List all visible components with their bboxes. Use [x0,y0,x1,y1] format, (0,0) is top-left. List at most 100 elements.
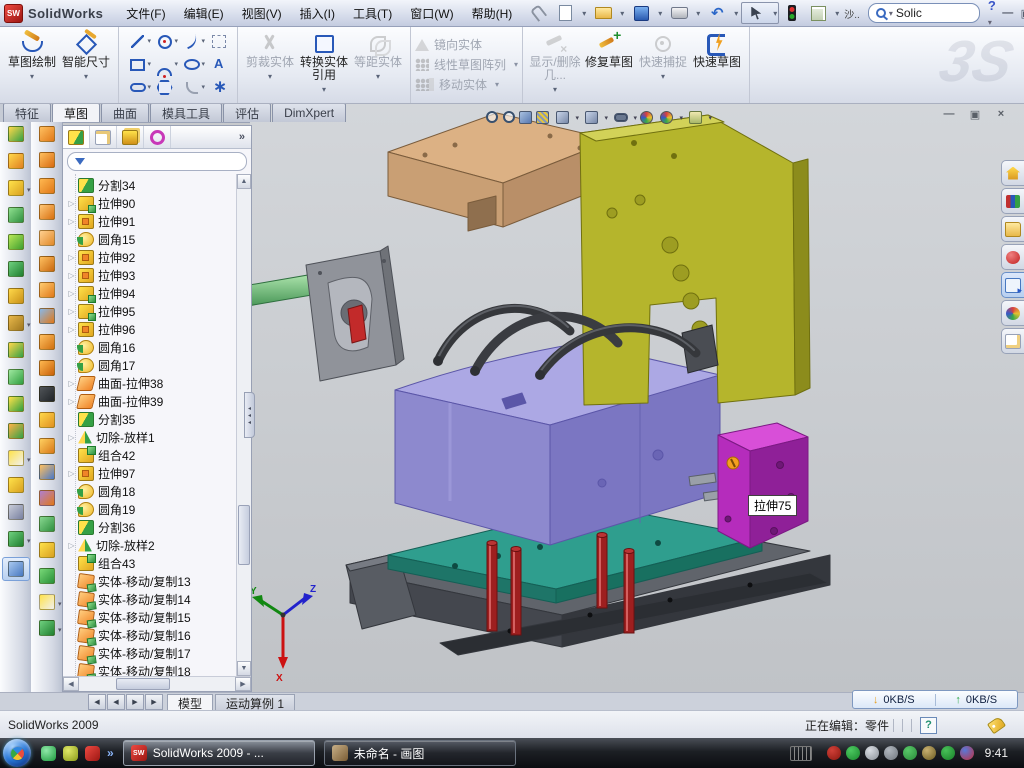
expand-arrow-icon[interactable] [66,271,77,280]
last-tab-button[interactable]: ▶ [145,694,163,710]
dropdown-arrow-icon[interactable] [553,82,557,90]
expand-arrow-icon[interactable] [66,433,77,442]
spline-tool-icon[interactable] [178,30,205,53]
expand-arrow-icon[interactable] [66,541,77,550]
tab-mold-tools[interactable]: 模具工具 [150,103,222,122]
replace-face-icon[interactable] [35,463,59,481]
tree-item[interactable]: 曲面-拉伸39 [66,392,236,410]
doc-restore-button[interactable]: ▣ [966,106,984,122]
hole-wizard-icon[interactable] [4,287,28,305]
delete-face-icon[interactable] [35,489,59,507]
revolved-boss-icon[interactable] [4,233,28,251]
view-palette-tab[interactable] [1001,272,1024,298]
expand-arrow-icon[interactable] [66,469,77,478]
ruled-surface-icon[interactable] [35,515,59,533]
prev-tab-button[interactable]: ◀ [107,694,125,710]
quick-snaps-button[interactable]: 快速捕捉 [636,30,690,77]
tree-item[interactable]: 曲面-拉伸38 [66,374,236,392]
expand-arrow-icon[interactable] [66,307,77,316]
knit-surface-icon[interactable] [35,333,59,351]
model-tab[interactable]: 模型 [167,694,213,711]
dropdown-arrow-icon[interactable] [322,82,326,90]
part-tool-holder[interactable] [306,246,404,381]
helix-spiral-icon[interactable] [4,530,28,548]
expand-arrow-icon[interactable] [66,253,77,262]
solidworks-task-button[interactable]: SWSolidWorks 2009 - ... [123,740,315,766]
print-icon[interactable] [665,3,701,23]
tray-badge-icon[interactable] [865,746,879,760]
split-icon[interactable] [4,368,28,386]
open-file-icon[interactable] [589,3,625,23]
solidworks-resources-tab[interactable] [1001,160,1024,186]
panel-overflow-chevron[interactable]: » [233,126,251,148]
start-button[interactable] [3,739,31,767]
mirror-entities-button[interactable]: 镜向实体 [415,36,494,53]
edit-appearance-icon[interactable] [639,109,654,125]
tree-item[interactable]: 圆角15 [66,230,236,248]
trimmed-surface-icon[interactable] [35,359,59,377]
boundary-surface-icon[interactable] [35,125,59,143]
tree-item[interactable]: 拉伸91 [66,212,236,230]
tree-item[interactable]: 分割36 [66,518,236,536]
quick-launch-more-icon[interactable]: » [107,746,114,760]
combine-bodies-icon[interactable] [4,341,28,359]
linear-pattern-icon[interactable] [4,314,28,332]
rapid-sketch-button[interactable]: 快速草图 [690,30,744,77]
expand-arrow-icon[interactable] [66,325,77,334]
delete-body-icon[interactable] [4,476,28,494]
search-input-value[interactable]: Solic [896,6,922,20]
slot-tool-icon[interactable] [124,76,151,99]
apply-scene-icon[interactable] [656,109,683,125]
tree-item[interactable]: 分割35 [66,410,236,428]
scrollbar-thumb[interactable] [238,505,250,565]
tree-item[interactable]: 组合43 [66,554,236,572]
hide-show-items-icon[interactable] [610,109,637,125]
dropdown-arrow-icon[interactable] [376,69,380,77]
appearances-scenes-tab[interactable] [1001,300,1024,326]
dropdown-arrow-icon[interactable] [84,69,88,77]
tag-icon[interactable] [987,716,1006,734]
sketch-fillet-icon[interactable] [178,76,205,99]
doc-close-button[interactable]: × [992,106,1010,122]
tree-item[interactable]: 拉伸94 [66,284,236,302]
menu-item[interactable]: 文件(F) [117,2,174,25]
language-indicator[interactable]: 沙.. [842,3,862,23]
view-settings-icon[interactable] [685,109,712,125]
undo-icon[interactable]: ↶ [703,3,739,23]
instant3d-icon[interactable] [2,557,30,581]
messenger-icon[interactable] [41,746,56,761]
featuremanager-tab[interactable] [63,126,90,148]
tree-item[interactable]: 圆角16 [66,338,236,356]
menu-item[interactable]: 窗口(W) [401,2,462,25]
arc-tool-icon[interactable] [151,53,178,76]
tray-antivirus-icon[interactable] [846,746,860,760]
tree-item[interactable]: 拉伸95 [66,302,236,320]
tree-item[interactable]: 切除-放样1 [66,428,236,446]
file-explorer-tab[interactable] [1001,216,1024,242]
paint-task-button[interactable]: 未命名 - 画图 [324,740,516,766]
tree-item[interactable]: 切除-放样2 [66,536,236,554]
point-tool-icon[interactable] [205,76,232,99]
rebuild-icon[interactable] [781,3,802,23]
merge-bodies-icon[interactable] [4,395,28,413]
tab-surfaces[interactable]: 曲面 [101,103,149,122]
tree-item[interactable]: 实体-移动/复制15 [66,608,236,626]
linear-sketch-pattern-button[interactable]: 线性草图阵列 [415,56,518,73]
display-delete-relations-button[interactable]: 显示/删除几... [528,30,582,90]
section-view-icon[interactable] [535,109,550,125]
swept-boss-icon[interactable] [4,206,28,224]
motion-study-tab[interactable]: 运动算例 1 [215,694,295,711]
move-entities-button[interactable]: 移动实体 [415,76,499,93]
tray-security-alert-icon[interactable] [827,746,841,760]
smart-dimension-button[interactable]: 智能尺寸 [59,30,113,77]
fillet-icon[interactable] [4,179,28,197]
dropdown-arrow-icon[interactable] [30,69,34,77]
scroll-up-icon[interactable]: ▲ [237,174,251,189]
options-icon[interactable] [804,3,840,23]
first-tab-button[interactable]: ◀ [88,694,106,710]
lofted-surface-icon[interactable] [35,203,59,221]
network-speed-widget[interactable]: ↓0KB/S ↑0KB/S [852,690,1018,709]
tree-item[interactable]: 实体-移动/复制17 [66,644,236,662]
doc-minimize-button[interactable]: — [940,106,958,122]
freeform-icon[interactable] [35,593,59,611]
